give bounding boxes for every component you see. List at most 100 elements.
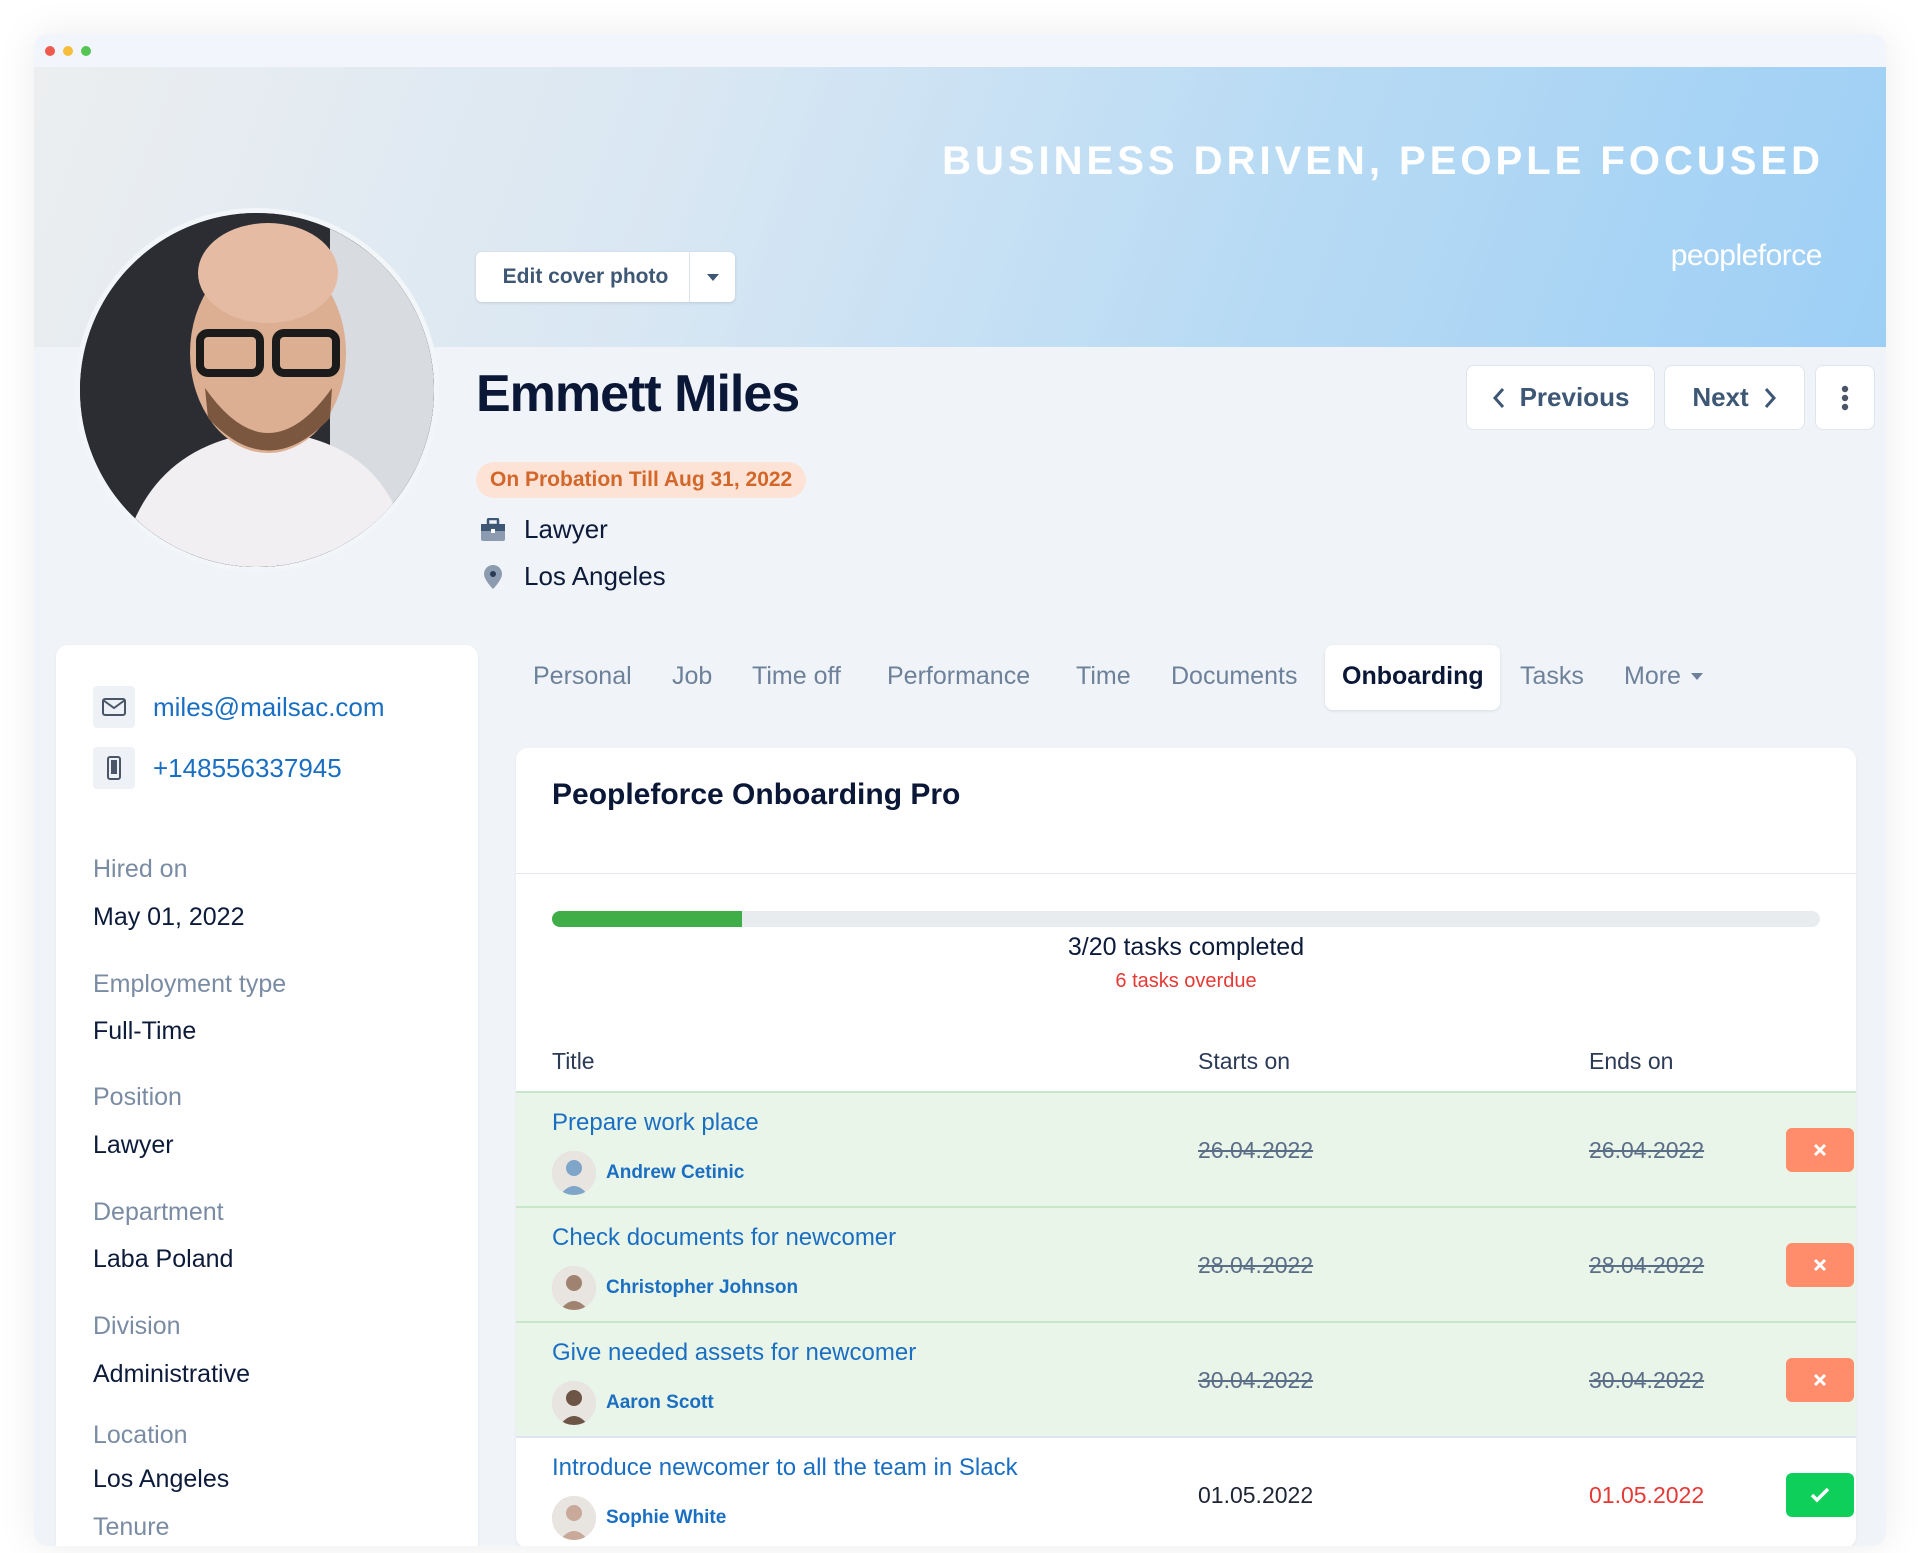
maximize-window-button[interactable] — [81, 46, 91, 56]
check-icon — [1810, 1487, 1830, 1503]
tab-more-label: More — [1624, 662, 1681, 690]
tab-documents[interactable]: Documents — [1171, 662, 1297, 691]
employment-type-value: Full-Time — [93, 1017, 197, 1045]
email-row: miles@mailsac.com — [93, 686, 385, 728]
task-assignee[interactable]: Christopher Johnson — [552, 1266, 798, 1310]
task-start-date: 01.05.2022 — [1198, 1482, 1314, 1508]
caret-down-icon — [1690, 673, 1703, 680]
edit-cover-photo-label: Edit cover photo — [502, 265, 669, 288]
complete-task-button[interactable] — [1786, 1473, 1854, 1517]
caret-down-icon — [706, 273, 719, 281]
task-title-link[interactable]: Give needed assets for newcomer — [552, 1339, 916, 1367]
task-start-date: 26.04.2022 — [1198, 1137, 1314, 1163]
task-end-date: 01.05.2022 — [1589, 1482, 1705, 1508]
task-row: Check documents for newcomer Christopher… — [516, 1206, 1856, 1321]
task-end-date: 30.04.2022 — [1589, 1367, 1705, 1393]
column-starts-on: Starts on — [1198, 1048, 1291, 1074]
location-row: Los Angeles — [476, 561, 666, 592]
task-end-date: 26.04.2022 — [1589, 1137, 1705, 1163]
briefcase-icon — [476, 517, 510, 542]
app-window: BUSINESS DRIVEN, PEOPLE FOCUSED peoplefo… — [34, 34, 1886, 1546]
undo-task-button[interactable] — [1786, 1358, 1854, 1402]
x-icon — [1813, 1373, 1827, 1387]
position-value: Lawyer — [93, 1131, 174, 1159]
map-pin-icon — [476, 564, 510, 590]
task-row: Give needed assets for newcomer Aaron Sc… — [516, 1321, 1856, 1436]
close-window-button[interactable] — [45, 46, 55, 56]
task-assignee[interactable]: Aaron Scott — [552, 1381, 714, 1425]
profile-avatar[interactable] — [75, 208, 439, 572]
onboarding-card: Peopleforce Onboarding Pro 3/20 tasks co… — [516, 748, 1856, 1546]
tasks-completed-text: 3/20 tasks completed — [1067, 933, 1305, 961]
divider — [516, 873, 1856, 874]
employee-name: Emmett Miles — [476, 365, 800, 423]
department-value: Laba Poland — [93, 1245, 234, 1273]
task-start-date: 28.04.2022 — [1198, 1252, 1314, 1278]
tab-onboarding[interactable]: Onboarding — [1342, 662, 1484, 691]
edit-cover-dropdown-button[interactable] — [689, 252, 735, 302]
x-icon — [1813, 1258, 1827, 1272]
cover-tagline: BUSINESS DRIVEN, PEOPLE FOCUSED — [942, 139, 1824, 183]
email-link[interactable]: miles@mailsac.com — [153, 692, 385, 723]
x-icon — [1813, 1143, 1827, 1157]
next-label: Next — [1692, 382, 1749, 412]
tab-more[interactable]: More — [1624, 662, 1703, 691]
more-actions-button[interactable] — [1815, 365, 1875, 430]
undo-task-button[interactable] — [1786, 1243, 1854, 1287]
task-assignee[interactable]: Sophie White — [552, 1496, 726, 1540]
position-label: Position — [93, 1083, 182, 1111]
tab-time-off[interactable]: Time off — [752, 662, 841, 691]
assignee-name: Aaron Scott — [606, 1392, 714, 1413]
phone-link[interactable]: +148556337945 — [153, 753, 342, 784]
tab-time[interactable]: Time — [1076, 662, 1131, 691]
tab-personal[interactable]: Personal — [533, 662, 632, 691]
tasks-overdue-text: 6 tasks overdue — [1115, 970, 1257, 992]
progress-fill — [552, 911, 743, 927]
tab-performance[interactable]: Performance — [887, 662, 1030, 691]
hired-on-value: May 01, 2022 — [93, 903, 245, 931]
task-title-link[interactable]: Check documents for newcomer — [552, 1224, 896, 1252]
envelope-icon — [93, 686, 135, 728]
column-ends-on: Ends on — [1589, 1048, 1674, 1074]
task-end-date: 28.04.2022 — [1589, 1252, 1705, 1278]
assignee-avatar — [552, 1266, 596, 1310]
mobile-phone-icon — [93, 747, 135, 789]
minimize-window-button[interactable] — [63, 46, 73, 56]
edit-cover-photo-button[interactable]: Edit cover photo — [476, 252, 735, 302]
assignee-name: Andrew Cetinic — [606, 1162, 745, 1183]
previous-label: Previous — [1519, 382, 1630, 412]
hired-on-label: Hired on — [93, 855, 188, 883]
task-title-link[interactable]: Introduce newcomer to all the team in Sl… — [552, 1454, 1018, 1482]
assignee-avatar — [552, 1496, 596, 1540]
job-title: Lawyer — [524, 514, 608, 544]
task-title-link[interactable]: Prepare work place — [552, 1109, 759, 1137]
phone-row: +148556337945 — [93, 747, 342, 789]
assignee-name: Christopher Johnson — [606, 1277, 799, 1298]
onboarding-title: Peopleforce Onboarding Pro — [552, 778, 961, 811]
assignee-avatar — [552, 1151, 596, 1195]
tenure-label: Tenure — [93, 1513, 170, 1541]
location-value: Los Angeles — [93, 1465, 230, 1493]
assignee-avatar — [552, 1381, 596, 1425]
next-button[interactable]: Next — [1664, 365, 1805, 430]
task-assignee[interactable]: Andrew Cetinic — [552, 1151, 744, 1195]
task-start-date: 30.04.2022 — [1198, 1367, 1314, 1393]
progress-bar — [552, 911, 1820, 927]
task-row: Prepare work place Andrew Cetinic 26.04.… — [516, 1091, 1856, 1206]
department-label: Department — [93, 1198, 224, 1226]
division-label: Division — [93, 1312, 181, 1340]
location: Los Angeles — [524, 561, 666, 591]
previous-button[interactable]: Previous — [1466, 365, 1655, 430]
tab-tasks[interactable]: Tasks — [1520, 662, 1584, 691]
tab-job[interactable]: Job — [672, 662, 712, 691]
status-badge: On Probation Till Aug 31, 2022 — [476, 462, 807, 498]
title-bar — [34, 34, 1886, 67]
chevron-left-icon — [1492, 387, 1504, 408]
avatar-photo — [80, 213, 434, 567]
column-title: Title — [552, 1048, 595, 1074]
undo-task-button[interactable] — [1786, 1128, 1854, 1172]
division-value: Administrative — [93, 1360, 250, 1388]
kebab-menu-icon — [1841, 385, 1849, 410]
task-row: Introduce newcomer to all the team in Sl… — [516, 1436, 1856, 1546]
peopleforce-logo: peopleforce — [1670, 239, 1823, 272]
